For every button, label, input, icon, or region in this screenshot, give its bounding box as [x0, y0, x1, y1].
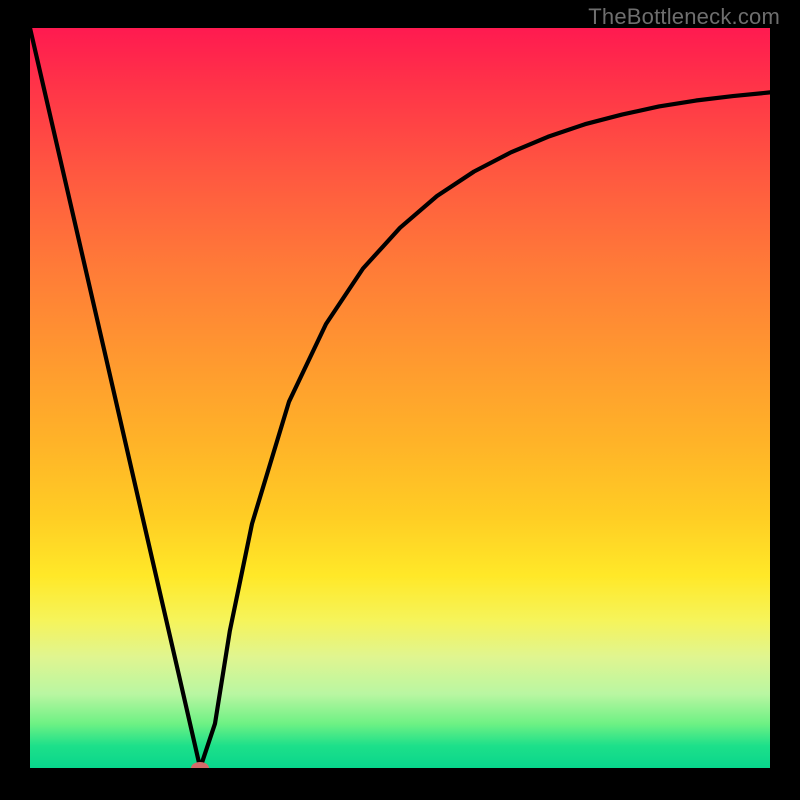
bottleneck-curve: [30, 28, 770, 768]
watermark-text: TheBottleneck.com: [588, 4, 780, 30]
chart-frame: TheBottleneck.com: [0, 0, 800, 800]
plot-area: [30, 28, 770, 768]
curve-path: [30, 28, 770, 768]
minimum-marker: [191, 762, 209, 768]
